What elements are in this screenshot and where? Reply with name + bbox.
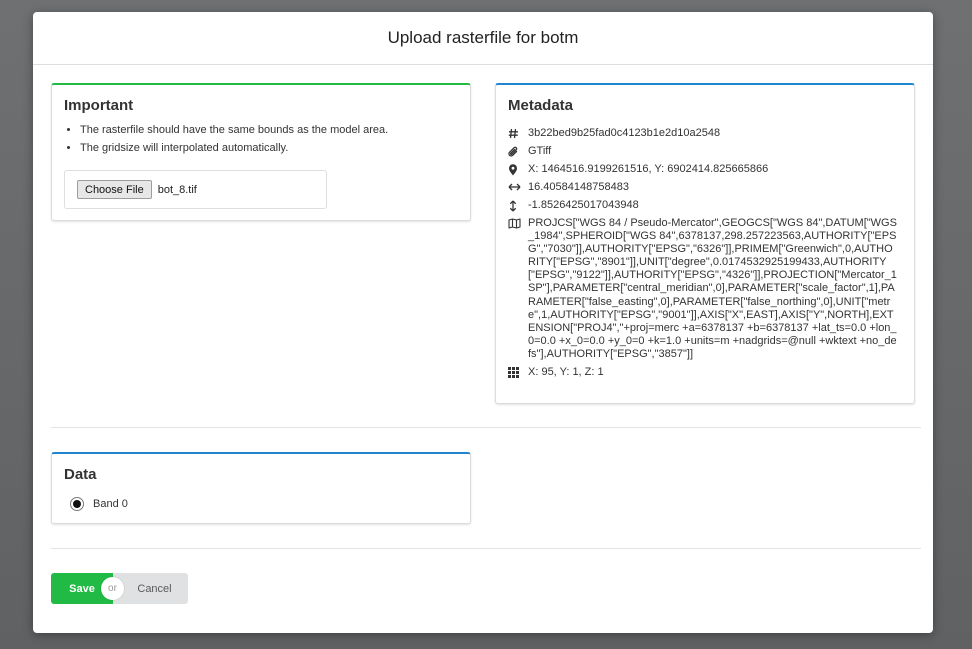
upload-raster-modal: Upload rasterfile for botm Important The…: [33, 12, 933, 633]
metadata-driver-row: GTiff: [508, 145, 898, 158]
footer-divider: [51, 548, 921, 549]
hashtag-icon: [508, 127, 528, 140]
metadata-origin-row: X: 1464516.9199261516, Y: 6902414.825665…: [508, 163, 898, 176]
grid-icon: [508, 366, 528, 379]
metadata-driver: GTiff: [528, 145, 552, 157]
selected-file-name: bot_8.tif: [157, 183, 197, 196]
important-notes: The rasterfile should have the same boun…: [80, 124, 470, 155]
choose-file-button[interactable]: Choose File: [77, 180, 152, 199]
data-title: Data: [64, 466, 97, 483]
metadata-hash-row: 3b22bed9b25fad0c4123b1e2d10a2548: [508, 127, 898, 140]
band-label: Band 0: [93, 498, 128, 510]
map-marker-icon: [508, 163, 528, 176]
note-item: The gridsize will interpolated automatic…: [80, 142, 470, 155]
band-option[interactable]: Band 0: [70, 497, 470, 511]
data-card: Data Band 0: [51, 452, 471, 524]
paperclip-icon: [508, 145, 528, 158]
file-input[interactable]: Choose File bot_8.tif: [64, 170, 327, 209]
metadata-pixel-width-row: 16.40584148758483: [508, 181, 898, 194]
section-divider: [51, 427, 921, 428]
metadata-origin: X: 1464516.9199261516, Y: 6902414.825665…: [528, 163, 769, 175]
important-card: Important The rasterfile should have the…: [51, 83, 471, 221]
metadata-pixel-height: -1.8526425017043948: [528, 199, 639, 211]
metadata-pixel-height-row: -1.8526425017043948: [508, 199, 898, 212]
metadata-card: Metadata 3b22bed9b25fad0c4123b1e2d10a254…: [495, 83, 915, 404]
metadata-hash: 3b22bed9b25fad0c4123b1e2d10a2548: [528, 127, 721, 139]
metadata-projection: PROJCS["WGS 84 / Pseudo-Mercator",GEOGCS…: [528, 217, 897, 360]
map-icon: [508, 217, 528, 361]
action-buttons: Save Cancel or: [51, 573, 188, 604]
or-separator: or: [101, 577, 124, 600]
band-radio[interactable]: [70, 497, 84, 511]
metadata-title: Metadata: [508, 97, 574, 114]
metadata-grid: X: 95, Y: 1, Z: 1: [528, 366, 604, 379]
metadata-projection-row: PROJCS["WGS 84 / Pseudo-Mercator",GEOGCS…: [508, 217, 898, 361]
note-item: The rasterfile should have the same boun…: [80, 124, 470, 137]
cancel-button[interactable]: Cancel: [113, 573, 188, 604]
metadata-grid-row: X: 95, Y: 1, Z: 1: [508, 366, 898, 379]
important-title: Important: [64, 97, 134, 114]
arrows-vertical-icon: [508, 199, 528, 212]
arrows-horizontal-icon: [508, 181, 528, 194]
modal-header: Upload rasterfile for botm: [33, 12, 933, 65]
modal-title: Upload rasterfile for botm: [387, 28, 579, 47]
metadata-pixel-width: 16.40584148758483: [528, 181, 629, 193]
metadata-list: 3b22bed9b25fad0c4123b1e2d10a2548 GTiff X…: [508, 127, 898, 384]
